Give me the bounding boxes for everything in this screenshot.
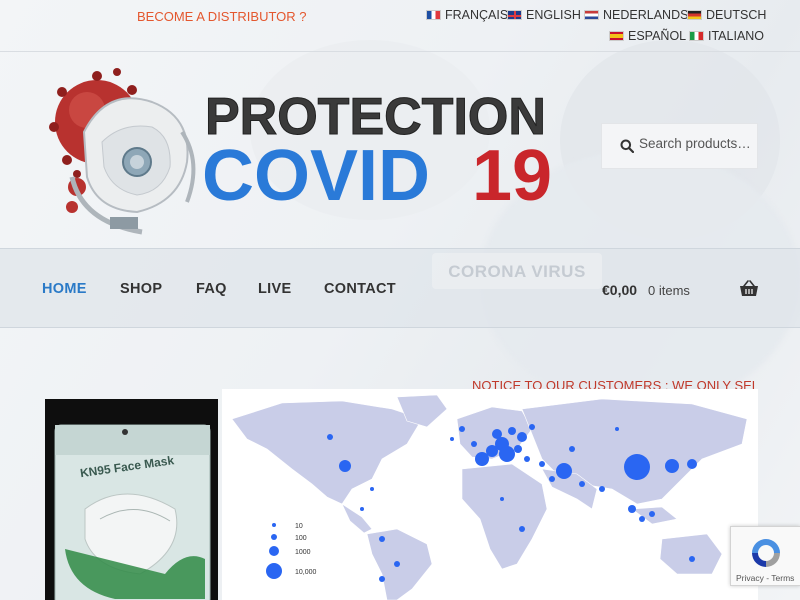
nav-item-home[interactable]: HOME xyxy=(42,281,87,297)
covid-world-map: 10 100 1000 10,000 xyxy=(222,389,758,600)
logo-title-covid: COVID xyxy=(202,136,430,216)
language-german[interactable]: DEUTSCH xyxy=(687,8,766,22)
nav-item-shop[interactable]: SHOP xyxy=(120,281,162,297)
kn95-package-illustration: KN95 Face Mask xyxy=(54,424,211,600)
legend-label: 1000 xyxy=(295,549,311,556)
france-flag-icon xyxy=(426,10,441,20)
italy-flag-icon xyxy=(689,31,704,41)
search-input[interactable] xyxy=(639,136,751,151)
world-map-svg: 10 100 1000 10,000 xyxy=(231,394,748,600)
product-image-kn95[interactable]: KN95 Face Mask xyxy=(45,399,218,600)
map-legend: 10 100 1000 10,000 xyxy=(266,523,317,579)
logo-title-19: 19 xyxy=(472,136,552,216)
become-distributor-link[interactable]: BECOME A DISTRIBUTOR ? xyxy=(137,9,307,24)
recaptcha-badge[interactable]: Privacy - Terms xyxy=(730,526,800,586)
nav-item-live[interactable]: LIVE xyxy=(258,281,291,297)
legend-label: 10 xyxy=(295,523,303,530)
language-spanish[interactable]: ESPAÑOL xyxy=(609,29,686,43)
germany-flag-icon xyxy=(687,10,702,20)
search-icon[interactable] xyxy=(620,139,634,153)
site-logo[interactable]: PROTECTION COVID 19 xyxy=(42,62,552,242)
top-bar: BECOME A DISTRIBUTOR ? FRANÇAIS ENGLISH … xyxy=(0,0,800,52)
netherlands-flag-icon xyxy=(584,10,599,20)
main-navigation: HOME SHOP FAQ LIVE CONTACT €0,00 0 items xyxy=(0,248,800,328)
nav-item-faq[interactable]: FAQ xyxy=(196,281,227,297)
language-dutch[interactable]: NEDERLANDS xyxy=(584,8,688,22)
uk-flag-icon xyxy=(507,10,522,20)
legend-label: 100 xyxy=(295,535,307,542)
cart-total[interactable]: €0,00 xyxy=(602,282,637,298)
search-box xyxy=(601,123,758,169)
nav-item-contact[interactable]: CONTACT xyxy=(324,281,396,297)
recaptcha-privacy-terms[interactable]: Privacy - Terms xyxy=(736,573,794,583)
language-french[interactable]: FRANÇAIS xyxy=(426,8,508,22)
corona-virus-background-text: CORONA VIRUS xyxy=(432,253,602,289)
language-italian[interactable]: ITALIANO xyxy=(689,29,764,43)
spain-flag-icon xyxy=(609,31,624,41)
recaptcha-icon xyxy=(752,539,780,567)
legend-label: 10,000 xyxy=(295,569,317,576)
cart-item-count[interactable]: 0 items xyxy=(648,283,690,298)
shopping-basket-icon[interactable] xyxy=(739,280,759,298)
language-english[interactable]: ENGLISH xyxy=(507,8,581,22)
site-header: PROTECTION COVID 19 xyxy=(0,52,800,248)
